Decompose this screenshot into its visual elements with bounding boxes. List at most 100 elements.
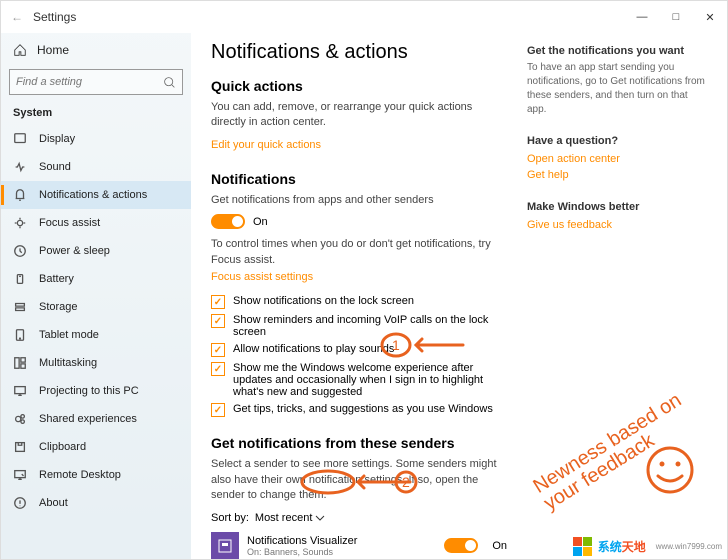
nav-icon bbox=[13, 356, 27, 370]
checkbox-row-4[interactable]: Get tips, tricks, and suggestions as you… bbox=[211, 403, 507, 417]
sender-name: Notifications Visualizer bbox=[247, 535, 436, 547]
nav-icon bbox=[13, 468, 27, 482]
sidebar-item-display[interactable]: Display bbox=[1, 125, 191, 153]
get-help-link[interactable]: Get help bbox=[527, 169, 569, 181]
nav-label: Display bbox=[39, 133, 75, 145]
nav-icon bbox=[13, 412, 27, 426]
focus-assist-link[interactable]: Focus assist settings bbox=[211, 270, 313, 285]
checkbox[interactable] bbox=[211, 295, 225, 309]
sender-app-icon bbox=[211, 532, 239, 559]
section-header: System bbox=[1, 101, 191, 125]
aside-title-3: Make Windows better bbox=[527, 201, 707, 213]
checkbox[interactable] bbox=[211, 343, 225, 357]
sidebar-item-tablet-mode[interactable]: Tablet mode bbox=[1, 321, 191, 349]
checkbox-row-1[interactable]: Show reminders and incoming VoIP calls o… bbox=[211, 314, 507, 338]
nav-icon bbox=[13, 244, 27, 258]
sidebar-item-battery[interactable]: Battery bbox=[1, 265, 191, 293]
checkbox-row-3[interactable]: Show me the Windows welcome experience a… bbox=[211, 362, 507, 398]
sidebar-item-sound[interactable]: Sound bbox=[1, 153, 191, 181]
chevron-down-icon bbox=[315, 513, 325, 523]
search-icon bbox=[163, 76, 176, 89]
checkbox-label: Get tips, tricks, and suggestions as you… bbox=[233, 403, 493, 415]
close-button[interactable]: ✕ bbox=[693, 1, 727, 33]
sidebar-item-power-sleep[interactable]: Power & sleep bbox=[1, 237, 191, 265]
sender-state: On bbox=[492, 540, 507, 552]
help-sidebar: Get the notifications you want To have a… bbox=[527, 41, 707, 559]
open-action-center-link[interactable]: Open action center bbox=[527, 153, 620, 165]
edit-quick-actions-link[interactable]: Edit your quick actions bbox=[211, 139, 321, 151]
sidebar-item-multitasking[interactable]: Multitasking bbox=[1, 349, 191, 377]
search-input[interactable] bbox=[16, 76, 163, 88]
checkbox[interactable] bbox=[211, 403, 225, 417]
maximize-button[interactable]: □ bbox=[659, 1, 693, 33]
nav-label: Notifications & actions bbox=[39, 189, 147, 201]
nav-label: Shared experiences bbox=[39, 413, 137, 425]
nav-label: Projecting to this PC bbox=[39, 385, 139, 397]
sidebar-item-projecting-to-this-pc[interactable]: Projecting to this PC bbox=[1, 377, 191, 405]
nav-icon bbox=[13, 300, 27, 314]
checkbox-label: Show notifications on the lock screen bbox=[233, 295, 414, 307]
sidebar: Home System Display Sound Notifications & … bbox=[1, 33, 191, 559]
home-icon bbox=[13, 43, 27, 57]
watermark: 系统天地 www.win7999.com bbox=[573, 537, 722, 556]
notifications-toggle[interactable] bbox=[211, 214, 245, 229]
aside-title-1: Get the notifications you want bbox=[527, 45, 707, 57]
checkbox[interactable] bbox=[211, 314, 225, 328]
sort-label: Sort by: bbox=[211, 512, 249, 524]
nav-icon bbox=[13, 188, 27, 202]
sidebar-item-remote-desktop[interactable]: Remote Desktop bbox=[1, 461, 191, 489]
quick-actions-desc: You can add, remove, or rearrange your q… bbox=[211, 100, 507, 131]
nav-label: Clipboard bbox=[39, 441, 86, 453]
nav-label: Sound bbox=[39, 161, 71, 173]
nav-label: Multitasking bbox=[39, 357, 97, 369]
focus-assist-desc: To control times when you do or don't ge… bbox=[211, 238, 491, 265]
search-box[interactable] bbox=[9, 69, 183, 95]
sidebar-item-focus-assist[interactable]: Focus assist bbox=[1, 209, 191, 237]
sort-by-dropdown[interactable]: Sort by: Most recent bbox=[211, 512, 507, 524]
checkbox-row-0[interactable]: Show notifications on the lock screen bbox=[211, 295, 507, 309]
nav-icon bbox=[13, 160, 27, 174]
aside-desc-1: To have an app start sending you notific… bbox=[527, 61, 707, 117]
feedback-link[interactable]: Give us feedback bbox=[527, 219, 612, 231]
nav-label: Battery bbox=[39, 273, 74, 285]
aside-title-2: Have a question? bbox=[527, 135, 707, 147]
titlebar: ← Settings — □ ✕ bbox=[1, 1, 727, 33]
minimize-button[interactable]: — bbox=[625, 1, 659, 33]
nav-label: Storage bbox=[39, 301, 78, 313]
home-button[interactable]: Home bbox=[1, 37, 191, 63]
nav-label: About bbox=[39, 497, 68, 509]
window-title: Settings bbox=[33, 10, 76, 24]
home-label: Home bbox=[37, 43, 69, 57]
nav-icon bbox=[13, 328, 27, 342]
checkbox[interactable] bbox=[211, 362, 225, 376]
notifications-desc: Get notifications from apps and other se… bbox=[211, 193, 507, 208]
nav-icon bbox=[13, 384, 27, 398]
sender-sub: On: Banners, Sounds bbox=[247, 547, 436, 557]
nav-icon bbox=[13, 440, 27, 454]
sidebar-item-storage[interactable]: Storage bbox=[1, 293, 191, 321]
sidebar-item-clipboard[interactable]: Clipboard bbox=[1, 433, 191, 461]
nav-label: Power & sleep bbox=[39, 245, 110, 257]
nav-icon bbox=[13, 216, 27, 230]
main-content: Notifications & actions Quick actions Yo… bbox=[211, 41, 527, 559]
senders-heading: Get notifications from these senders bbox=[211, 435, 507, 451]
checkbox-row-2[interactable]: Allow notifications to play sounds bbox=[211, 343, 507, 357]
nav-icon bbox=[13, 272, 27, 286]
checkbox-label: Show reminders and incoming VoIP calls o… bbox=[233, 314, 507, 338]
sender-item[interactable]: Notifications Visualizer On: Banners, So… bbox=[211, 532, 507, 559]
back-icon[interactable]: ← bbox=[11, 10, 23, 24]
checkbox-label: Allow notifications to play sounds bbox=[233, 343, 394, 355]
sort-value: Most recent bbox=[255, 512, 312, 524]
senders-desc: Select a sender to see more settings. So… bbox=[211, 457, 507, 503]
page-title: Notifications & actions bbox=[211, 41, 507, 64]
checkbox-label: Show me the Windows welcome experience a… bbox=[233, 362, 507, 398]
sidebar-item-shared-experiences[interactable]: Shared experiences bbox=[1, 405, 191, 433]
sidebar-item-about[interactable]: About bbox=[1, 489, 191, 517]
nav-icon bbox=[13, 496, 27, 510]
sender-toggle[interactable] bbox=[444, 538, 478, 553]
notifications-heading: Notifications bbox=[211, 171, 507, 187]
nav-label: Focus assist bbox=[39, 217, 100, 229]
sidebar-item-notifications-actions[interactable]: Notifications & actions bbox=[1, 181, 191, 209]
nav-icon bbox=[13, 132, 27, 146]
nav-label: Remote Desktop bbox=[39, 469, 121, 481]
